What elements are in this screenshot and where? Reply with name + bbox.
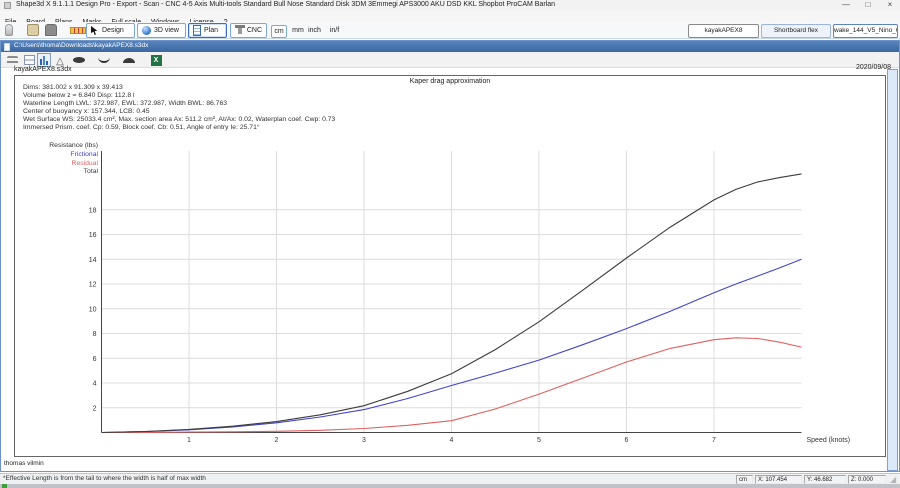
status-z-coordinate: Z: 0.000 <box>848 475 886 484</box>
curvature-icon[interactable] <box>53 53 67 67</box>
y-tick-label: 2 <box>93 405 97 412</box>
document-scrollbar[interactable] <box>887 69 898 471</box>
status-x-coordinate: X: 107.454 <box>755 475 802 484</box>
cnc-mill-icon <box>235 25 244 36</box>
close-icon[interactable]: × <box>880 0 900 11</box>
y-tick-label: 6 <box>93 356 97 363</box>
panels-icon[interactable] <box>22 53 36 67</box>
file-name-label: kayakAPEX8.s3dx <box>14 66 72 73</box>
ruler-icon[interactable] <box>70 27 86 34</box>
unit-inch[interactable]: inch <box>306 25 323 36</box>
board-thickness-icon[interactable] <box>122 53 136 67</box>
board-outline-icon-art <box>73 57 85 63</box>
x-tick-label: 1 <box>187 437 191 444</box>
outline-view-icon-art <box>7 56 18 65</box>
y-tick-label: 14 <box>89 257 97 264</box>
board-thickness-icon-art <box>123 58 135 63</box>
grab-icon[interactable] <box>27 24 39 36</box>
author-label: thomas vilmin <box>4 460 44 467</box>
resize-grip-icon[interactable]: ◢ <box>890 475 899 484</box>
x-tick-label: 7 <box>712 437 716 444</box>
document-icon <box>4 43 10 51</box>
screen-bottom-edge <box>0 484 900 488</box>
panels-icon-art <box>24 55 35 65</box>
maximize-icon[interactable]: □ <box>858 0 878 11</box>
excel-export-icon-art <box>151 55 162 66</box>
date-label: 2020/09/08 <box>791 64 891 71</box>
design-button[interactable]: Design <box>86 23 135 38</box>
x-tick-label: 6 <box>625 437 629 444</box>
model-tab-wake-144-v5-nino-core-[interactable]: wake_144_V5_Nino_CORE+ <box>833 24 898 38</box>
x-tick-label: 3 <box>362 437 366 444</box>
drag-chart-panel: Kaper drag approximation Dims: 381.002 x… <box>14 75 886 457</box>
cursor-icon <box>91 26 99 35</box>
window-titlebar: Shape3d X 9.1.1.1 Design Pro - Export - … <box>0 0 900 11</box>
shape3d-app-icon <box>4 2 11 9</box>
status-unit: cm <box>736 475 753 484</box>
pointer-icon[interactable] <box>5 24 13 36</box>
document-titlebar: C:\Users\thoma\Downloads\kayakAPEX8.s3dx <box>1 41 899 52</box>
y-tick-label: 18 <box>89 207 97 214</box>
drag-chart: 123456724681012141618Speed (knots) <box>15 76 885 456</box>
chart-icon-art <box>40 55 49 65</box>
sphere-icon <box>142 26 151 35</box>
status-bar: *Effective Length is from the tail to wh… <box>0 473 900 484</box>
3d-view-button-label: 3D view <box>154 27 179 34</box>
y-tick-label: 12 <box>89 282 97 289</box>
excel-export-icon[interactable] <box>149 53 163 67</box>
x-tick-label: 4 <box>450 437 454 444</box>
hand-icon[interactable] <box>45 24 57 36</box>
x-tick-label: 2 <box>275 437 279 444</box>
plan-button[interactable]: Plan <box>188 23 227 38</box>
x-axis-label: Speed (knots) <box>807 437 851 444</box>
plan-button-label: Plan <box>204 27 218 34</box>
shape3d-window: Shape3d X 9.1.1.1 Design Pro - Export - … <box>0 0 900 488</box>
y-tick-label: 4 <box>93 381 97 388</box>
plan-page-icon <box>193 25 201 36</box>
board-outline-icon[interactable] <box>72 53 86 67</box>
y-tick-label: 8 <box>93 331 97 338</box>
y-tick-label: 10 <box>89 306 97 313</box>
taskbar-app-sliver <box>2 484 7 488</box>
y-tick-label: 16 <box>89 232 97 239</box>
design-button-label: Design <box>102 27 124 34</box>
board-rocker-icon[interactable] <box>97 53 111 67</box>
3d-view-button[interactable]: 3D view <box>137 23 186 38</box>
document-path: C:\Users\thoma\Downloads\kayakAPEX8.s3dx <box>14 42 148 49</box>
status-y-coordinate: Y: 46.682 <box>804 475 846 484</box>
unit-in-f[interactable]: in/f <box>327 25 342 36</box>
cnc-button[interactable]: CNC <box>230 23 267 38</box>
model-tab-shortboard-flex[interactable]: Shortboard flex <box>761 24 831 38</box>
outline-view-icon[interactable] <box>5 53 19 67</box>
window-title: Shape3d X 9.1.1.1 Design Pro - Export - … <box>16 1 555 8</box>
main-toolbar: Design 3D view Plan CNC cmmminch in/f kay… <box>0 22 900 39</box>
unit-mm[interactable]: mm <box>291 25 305 36</box>
minimize-icon[interactable]: — <box>836 0 856 11</box>
x-tick-label: 5 <box>537 437 541 444</box>
menu-bar: FileBoardPlansMarksFull scaleWindowsLice… <box>0 11 900 22</box>
cnc-button-label: CNC <box>247 27 262 34</box>
board-rocker-icon-art <box>98 57 110 63</box>
document-toolbar <box>1 52 899 68</box>
status-note: *Effective Length is from the tail to wh… <box>3 475 206 482</box>
chart-icon[interactable] <box>37 53 51 67</box>
unit-cm[interactable]: cm <box>271 25 287 38</box>
model-tab-kayakapex8[interactable]: kayakAPEX8 <box>688 24 759 38</box>
